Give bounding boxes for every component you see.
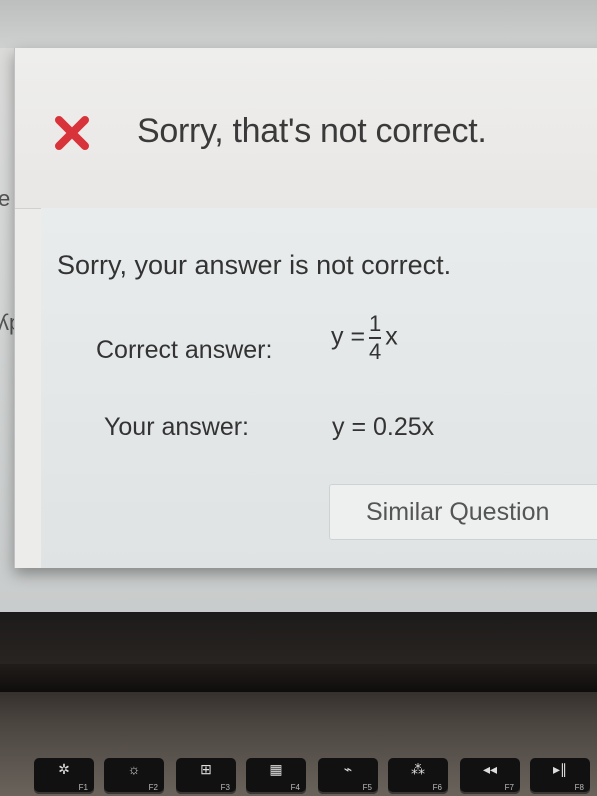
fraction-numerator: 1	[369, 311, 382, 336]
correct-answer-label: Correct answer:	[96, 336, 273, 364]
bezel-lip	[0, 664, 597, 692]
key-f2[interactable]: ☼ F2	[104, 758, 164, 794]
dialog-header: Sorry, that's not correct.	[15, 48, 597, 209]
key-f5[interactable]: ⌁ F5	[318, 758, 378, 794]
function-key-row: ✲ F1 ☼ F2 ⊞ F3 ▦ F4 ⌁ F5 ⁂ F6 ◂◂ F7 ▸∥ F8	[0, 748, 597, 796]
dialog-title: Sorry, that's not correct.	[137, 112, 487, 150]
correct-answer-value: y = 1 4 x	[331, 312, 398, 364]
brightness-up-icon: ☼	[127, 761, 141, 777]
your-answer-value: y = 0.25x	[332, 413, 435, 441]
key-f8[interactable]: ▸∥ F8	[530, 758, 590, 794]
fraction-denominator: 4	[369, 339, 382, 364]
keyboard-light-up-icon: ⁂	[411, 761, 425, 777]
mission-control-icon: ⊞	[200, 761, 212, 777]
background-text-fragment: e	[0, 186, 11, 211]
screen: e ʎp Sorry, that's not correct. Sorry, y…	[0, 0, 597, 612]
fraction: 14	[369, 311, 382, 364]
background-page	[0, 0, 597, 48]
laptop-bezel: ✲ F1 ☼ F2 ⊞ F3 ▦ F4 ⌁ F5 ⁂ F6 ◂◂ F7 ▸∥ F8	[0, 612, 597, 796]
incorrect-message: Sorry, your answer is not correct.	[57, 250, 452, 280]
brightness-down-icon: ✲	[58, 761, 70, 777]
similar-question-button[interactable]: Similar Question	[329, 484, 597, 540]
close-x-icon	[55, 116, 89, 150]
correct-answer-prefix: y =	[331, 322, 366, 351]
correct-answer-suffix: x	[385, 322, 398, 351]
rewind-icon: ◂◂	[482, 761, 498, 777]
feedback-dialog: Sorry, that's not correct. Sorry, your a…	[14, 48, 597, 568]
keyboard-light-down-icon: ⌁	[343, 761, 353, 777]
your-answer-label: Your answer:	[104, 413, 249, 441]
key-f7[interactable]: ◂◂ F7	[460, 758, 520, 794]
key-f3[interactable]: ⊞ F3	[176, 758, 236, 794]
launchpad-icon: ▦	[269, 761, 283, 777]
key-f1[interactable]: ✲ F1	[34, 758, 94, 794]
dialog-body: Sorry, your answer is not correct. Corre…	[41, 208, 597, 568]
key-f6[interactable]: ⁂ F6	[388, 758, 448, 794]
play-pause-icon: ▸∥	[552, 761, 568, 777]
key-f4[interactable]: ▦ F4	[246, 758, 306, 794]
